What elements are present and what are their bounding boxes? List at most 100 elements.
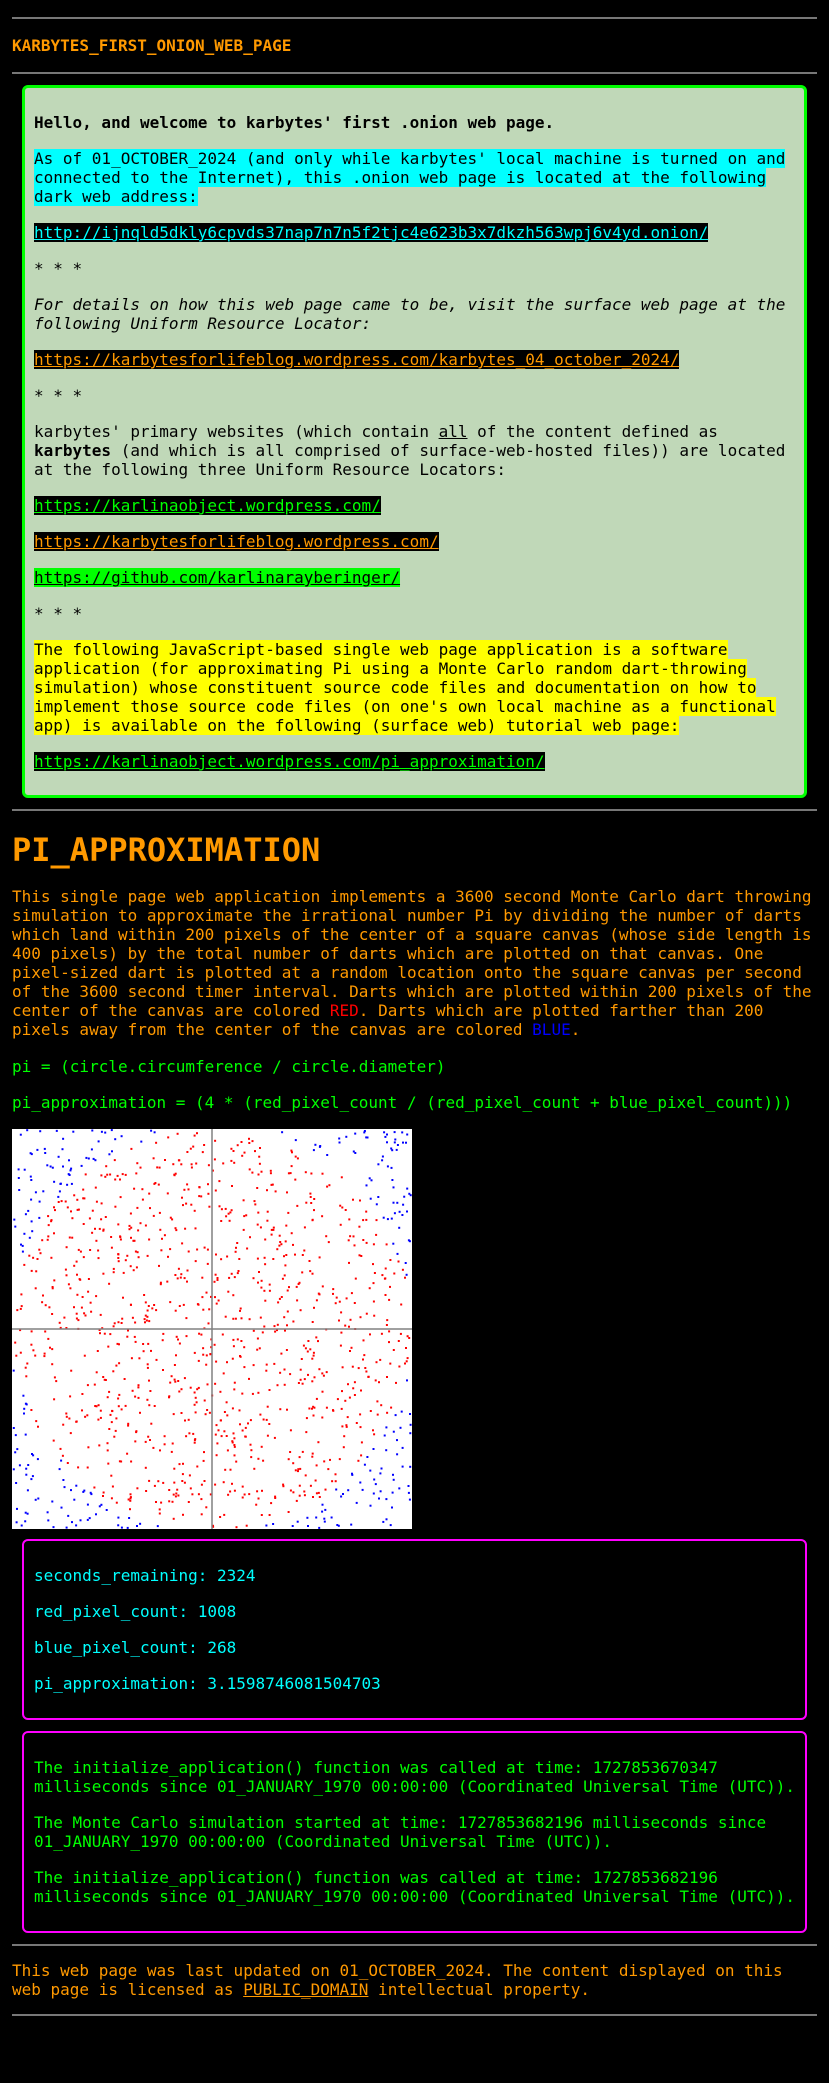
site-link-github[interactable]: https://github.com/karlinarayberinger/ [34, 568, 401, 587]
red-dart-pixel [335, 1296, 338, 1299]
red-dart-pixel [155, 1141, 158, 1144]
red-dart-pixel [183, 1188, 186, 1191]
blue-dart-pixel [67, 1173, 70, 1176]
red-dart-pixel [318, 1256, 321, 1259]
desc-red-word: RED [329, 1001, 359, 1020]
separator: * * * [34, 604, 83, 623]
red-dart-pixel [214, 1189, 217, 1192]
tutorial-link[interactable]: https://karlinaobject.wordpress.com/pi_a… [34, 752, 545, 771]
red-dart-pixel [81, 1296, 84, 1298]
red-dart-pixel [99, 1409, 102, 1412]
blue-dart-pixel [323, 1520, 326, 1523]
blue-dart-pixel [46, 1164, 49, 1167]
red-dart-pixel [372, 1243, 375, 1246]
red-dart-pixel [134, 1340, 137, 1343]
red-dart-pixel [215, 1302, 218, 1305]
red-dart-pixel [338, 1458, 341, 1461]
red-dart-pixel [258, 1271, 260, 1273]
blue-dart-pixel [386, 1141, 388, 1144]
red-dart-pixel [68, 1236, 71, 1239]
blue-dart-pixel [385, 1498, 388, 1501]
red-dart-pixel [66, 1206, 69, 1209]
red-dart-pixel [315, 1492, 318, 1495]
blue-dart-pixel [380, 1467, 383, 1470]
red-dart-pixel [218, 1205, 221, 1208]
red-dart-pixel [214, 1139, 217, 1142]
red-dart-pixel [170, 1450, 173, 1453]
red-dart-pixel [297, 1470, 299, 1473]
red-dart-pixel [309, 1484, 312, 1487]
red-dart-pixel [257, 1281, 259, 1284]
red-dart-pixel [182, 1513, 184, 1516]
red-dart-pixel [202, 1353, 205, 1356]
red-dart-pixel [102, 1272, 105, 1275]
red-dart-pixel [269, 1169, 272, 1172]
red-dart-pixel [41, 1239, 44, 1242]
onion-address-link[interactable]: http://ijnqld5dkly6cpvds37nap7n7n5f2tjc4… [34, 223, 709, 242]
red-dart-pixel [86, 1384, 89, 1387]
red-dart-pixel [120, 1408, 123, 1411]
red-dart-pixel [111, 1485, 114, 1488]
blue-dart-pixel [369, 1469, 372, 1472]
red-dart-pixel [266, 1210, 269, 1213]
red-dart-pixel [302, 1344, 305, 1347]
blue-dart-pixel [409, 1423, 412, 1426]
red-dart-pixel [201, 1151, 204, 1154]
blue-dart-pixel [75, 1484, 78, 1487]
blue-dart-pixel [36, 1148, 39, 1151]
red-dart-pixel [148, 1320, 151, 1323]
red-dart-pixel [117, 1223, 120, 1226]
blue-dart-pixel [57, 1195, 60, 1198]
red-dart-pixel [375, 1219, 378, 1222]
blue-dart-pixel [372, 1492, 375, 1495]
red-dart-pixel [158, 1166, 161, 1169]
red-dart-pixel [245, 1214, 248, 1217]
red-dart-pixel [109, 1333, 112, 1336]
blue-dart-pixel [294, 1139, 297, 1142]
blue-dart-pixel [401, 1131, 404, 1134]
details-link[interactable]: https://karbytesforlifeblog.wordpress.co… [34, 350, 680, 369]
site-link-karlinaobject[interactable]: https://karlinaobject.wordpress.com/ [34, 496, 381, 515]
red-dart-pixel [365, 1241, 368, 1244]
red-dart-pixel [167, 1255, 169, 1258]
blue-dart-pixel [382, 1520, 385, 1523]
red-dart-pixel [119, 1236, 122, 1239]
red-dart-pixel [55, 1380, 58, 1383]
blue-dart-pixel [401, 1214, 404, 1216]
red-dart-pixel [360, 1441, 363, 1444]
red-dart-pixel [208, 1205, 211, 1208]
red-dart-pixel [240, 1340, 243, 1342]
red-dart-pixel [136, 1206, 139, 1209]
blue-dart-pixel [58, 1190, 61, 1193]
red-dart-pixel [365, 1218, 368, 1221]
red-dart-pixel [379, 1358, 382, 1361]
red-dart-pixel [134, 1395, 137, 1398]
blue-dart-pixel [24, 1402, 27, 1405]
license-link[interactable]: PUBLIC_DOMAIN [243, 1980, 368, 1999]
red-dart-pixel [347, 1239, 350, 1242]
red-dart-pixel [106, 1173, 109, 1176]
blue-dart-pixel [406, 1187, 409, 1190]
red-dart-pixel [272, 1258, 275, 1260]
red-dart-pixel [299, 1378, 302, 1381]
red-dart-pixel [353, 1244, 356, 1247]
red-dart-pixel [162, 1369, 164, 1371]
blue-dart-pixel [62, 1137, 65, 1140]
red-dart-pixel [176, 1488, 179, 1491]
red-dart-pixel [107, 1462, 110, 1465]
red-dart-pixel [369, 1410, 372, 1412]
red-dart-pixel [219, 1516, 222, 1518]
red-dart-pixel [117, 1257, 120, 1259]
red-dart-pixel [313, 1209, 315, 1212]
site-link-karbytesforlifeblog[interactable]: https://karbytesforlifeblog.wordpress.co… [34, 532, 439, 551]
blue-dart-pixel [13, 1218, 16, 1221]
blue-dart-pixel [24, 1433, 27, 1436]
blue-dart-pixel [17, 1168, 20, 1171]
red-dart-pixel [49, 1346, 51, 1349]
red-dart-pixel [190, 1163, 193, 1166]
red-dart-pixel [106, 1449, 109, 1452]
red-dart-pixel [143, 1294, 146, 1296]
blue-dart-pixel [37, 1497, 40, 1500]
red-dart-pixel [264, 1238, 267, 1241]
red-dart-pixel [144, 1466, 147, 1469]
